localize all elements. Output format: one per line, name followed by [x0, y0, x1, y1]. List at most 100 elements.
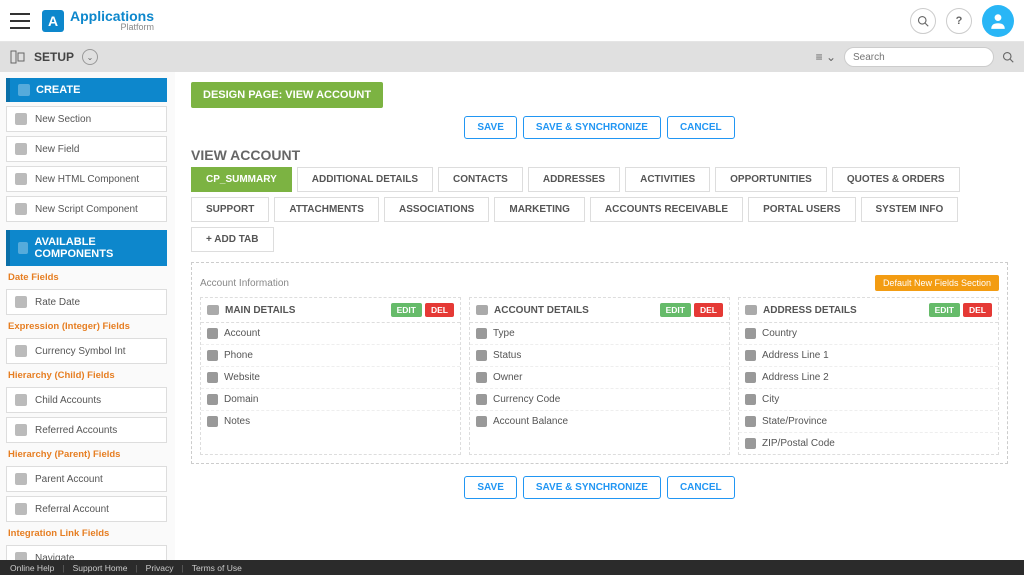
drag-icon[interactable]: [207, 305, 219, 315]
user-avatar[interactable]: [982, 5, 1014, 37]
tab-associations[interactable]: ASSOCIATIONS: [384, 197, 489, 222]
search-icon[interactable]: [910, 8, 936, 34]
tab-opportunities[interactable]: OPPORTUNITIES: [715, 167, 827, 192]
edit-button[interactable]: EDIT: [929, 303, 960, 317]
item-label: New Script Component: [35, 204, 138, 215]
cancel-button-bottom[interactable]: CANCEL: [667, 476, 735, 499]
footer-link[interactable]: Privacy: [146, 563, 174, 573]
tab-contacts[interactable]: CONTACTS: [438, 167, 523, 192]
search-submit-icon[interactable]: [1002, 51, 1014, 63]
component-item[interactable]: Referred Accounts: [6, 417, 167, 443]
item-label: New HTML Component: [35, 174, 139, 185]
create-item[interactable]: New Field: [6, 136, 167, 162]
field-row[interactable]: Country: [739, 323, 998, 345]
tab-accounts-receivable[interactable]: ACCOUNTS RECEIVABLE: [590, 197, 743, 222]
create-item[interactable]: New HTML Component: [6, 166, 167, 192]
field-row[interactable]: Account Balance: [470, 411, 729, 432]
field-row[interactable]: Domain: [201, 389, 460, 411]
delete-button[interactable]: DEL: [694, 303, 723, 317]
chevron-down-icon[interactable]: ⌄: [82, 49, 98, 65]
component-item[interactable]: Referral Account: [6, 496, 167, 522]
item-icon: [15, 143, 27, 155]
save-sync-button[interactable]: SAVE & SYNCHRONIZE: [523, 116, 661, 139]
field-label: ZIP/Postal Code: [762, 438, 835, 449]
tab-marketing[interactable]: MARKETING: [494, 197, 585, 222]
field-label: Phone: [224, 350, 253, 361]
item-icon: [15, 345, 27, 357]
tab-addresses[interactable]: ADDRESSES: [528, 167, 620, 192]
field-label: Status: [493, 350, 521, 361]
create-panel-header[interactable]: CREATE: [6, 78, 167, 102]
field-label: Address Line 1: [762, 350, 829, 361]
field-icon: [207, 372, 218, 383]
tab-system-info[interactable]: SYSTEM INFO: [861, 197, 959, 222]
field-icon: [207, 416, 218, 427]
drag-icon[interactable]: [476, 305, 488, 315]
component-item[interactable]: Navigate: [6, 545, 167, 560]
footer-link[interactable]: Online Help: [10, 563, 54, 573]
item-label: New Section: [35, 114, 91, 125]
field-label: Currency Code: [493, 394, 560, 405]
available-panel-header[interactable]: AVAILABLE COMPONENTS: [6, 230, 167, 266]
item-icon: [15, 113, 27, 125]
field-row[interactable]: Account: [201, 323, 460, 345]
component-item[interactable]: Parent Account: [6, 466, 167, 492]
field-row[interactable]: Owner: [470, 367, 729, 389]
field-row[interactable]: State/Province: [739, 411, 998, 433]
tab-support[interactable]: SUPPORT: [191, 197, 269, 222]
component-item[interactable]: Child Accounts: [6, 387, 167, 413]
field-icon: [476, 416, 487, 427]
field-row[interactable]: Phone: [201, 345, 460, 367]
column-title: ACCOUNT DETAILS: [494, 305, 589, 316]
logo-mark-icon: A: [42, 10, 64, 32]
drag-icon[interactable]: [745, 305, 757, 315]
tab-portal-users[interactable]: PORTAL USERS: [748, 197, 855, 222]
field-row[interactable]: Address Line 1: [739, 345, 998, 367]
field-icon: [207, 328, 218, 339]
create-item[interactable]: New Script Component: [6, 196, 167, 222]
field-row[interactable]: Currency Code: [470, 389, 729, 411]
field-row[interactable]: Type: [470, 323, 729, 345]
add-tab-button[interactable]: + ADD TAB: [191, 227, 274, 252]
list-icon[interactable]: ≡ ⌄: [816, 50, 836, 64]
field-row[interactable]: Status: [470, 345, 729, 367]
field-row[interactable]: Address Line 2: [739, 367, 998, 389]
save-button[interactable]: SAVE: [464, 116, 517, 139]
field-row[interactable]: City: [739, 389, 998, 411]
field-icon: [745, 416, 756, 427]
item-label: Child Accounts: [35, 395, 101, 406]
tab-attachments[interactable]: ATTACHMENTS: [274, 197, 379, 222]
field-label: Account Balance: [493, 416, 568, 427]
item-icon: [15, 503, 27, 515]
save-button-bottom[interactable]: SAVE: [464, 476, 517, 499]
footer-link[interactable]: Support Home: [73, 563, 128, 573]
field-icon: [745, 350, 756, 361]
cancel-button[interactable]: CANCEL: [667, 116, 735, 139]
brand-main: Applications: [70, 9, 154, 23]
save-sync-button-bottom[interactable]: SAVE & SYNCHRONIZE: [523, 476, 661, 499]
field-row[interactable]: Notes: [201, 411, 460, 432]
footer-link[interactable]: Terms of Use: [192, 563, 242, 573]
item-icon: [15, 203, 27, 215]
component-item[interactable]: Rate Date: [6, 289, 167, 315]
search-input[interactable]: [844, 47, 994, 67]
create-item[interactable]: New Section: [6, 106, 167, 132]
setup-icon: [10, 49, 26, 65]
tab-cp-summary[interactable]: CP_SUMMARY: [191, 167, 292, 192]
field-label: Website: [224, 372, 260, 383]
edit-button[interactable]: EDIT: [391, 303, 422, 317]
component-item[interactable]: Currency Symbol Int: [6, 338, 167, 364]
delete-button[interactable]: DEL: [425, 303, 454, 317]
item-icon: [15, 394, 27, 406]
field-row[interactable]: Website: [201, 367, 460, 389]
tab-activities[interactable]: ACTIVITIES: [625, 167, 710, 192]
tab-additional-details[interactable]: ADDITIONAL DETAILS: [297, 167, 433, 192]
help-icon[interactable]: ?: [946, 8, 972, 34]
edit-button[interactable]: EDIT: [660, 303, 691, 317]
field-row[interactable]: ZIP/Postal Code: [739, 433, 998, 454]
delete-button[interactable]: DEL: [963, 303, 992, 317]
tab-quotes-orders[interactable]: QUOTES & ORDERS: [832, 167, 960, 192]
item-label: Currency Symbol Int: [35, 346, 126, 357]
default-section-badge: Default New Fields Section: [875, 275, 999, 291]
menu-icon[interactable]: [10, 13, 30, 29]
